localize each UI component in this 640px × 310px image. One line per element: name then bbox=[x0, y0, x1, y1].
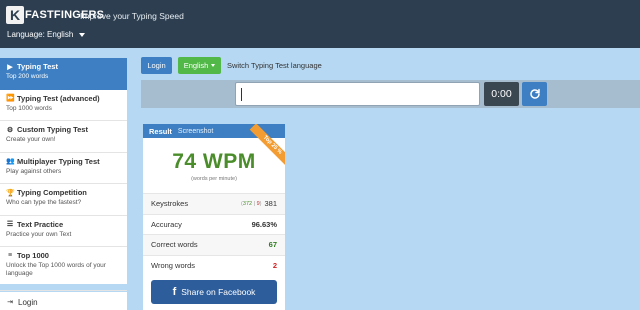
sidebar-item-subtitle: Unlock the Top 1000 words of your langua… bbox=[6, 262, 106, 278]
keystrokes-wrong: 9 bbox=[256, 200, 260, 207]
language-dropdown[interactable]: Language: English bbox=[7, 30, 86, 39]
sidebar-item-multiplayer[interactable]: 👥 Multiplayer Typing Test Play against ot… bbox=[0, 153, 127, 184]
login-button[interactable]: Login bbox=[141, 57, 172, 74]
language-select-button[interactable]: English bbox=[178, 57, 221, 74]
keystrokes-label: Keystrokes bbox=[151, 199, 189, 209]
sidebar-item-subtitle: Create your own! bbox=[6, 136, 56, 143]
list-icon: ≡ bbox=[7, 252, 13, 259]
table-row: Keystrokes (372 | 9) 381 bbox=[143, 193, 285, 214]
typing-input[interactable] bbox=[235, 82, 480, 106]
sidebar-item-title: Typing Test bbox=[17, 62, 58, 71]
sidebar-item-title: Text Practice bbox=[17, 219, 64, 229]
share-facebook-label: Share on Facebook bbox=[181, 287, 256, 297]
reload-button[interactable] bbox=[522, 82, 547, 106]
result-stats-table: Keystrokes (372 | 9) 381 Accuracy 96.63%… bbox=[143, 193, 285, 275]
sidebar-item-top-1000[interactable]: ≡ Top 1000 Unlock the Top 1000 words of y… bbox=[0, 247, 127, 291]
gears-icon: ⚙ bbox=[6, 126, 14, 134]
sidebar-item-title: Top 1000 bbox=[17, 251, 49, 260]
keystrokes-total: 381 bbox=[264, 199, 277, 209]
language-select-label: English bbox=[183, 61, 209, 70]
text-cursor bbox=[241, 88, 242, 101]
accuracy-value: 96.63% bbox=[251, 219, 277, 229]
wrong-words-value: 2 bbox=[272, 260, 277, 270]
table-row: Correct words 67 bbox=[143, 234, 285, 255]
wpm-caption: (words per minute) bbox=[191, 176, 237, 182]
sidebar-item-typing-test[interactable]: ▶ Typing Test Top 200 words bbox=[0, 58, 127, 90]
screenshot-tab[interactable]: Screenshot bbox=[178, 128, 213, 135]
correct-words-value: 67 bbox=[268, 240, 277, 250]
sidebar-item-subtitle: Practice your own Text bbox=[6, 230, 72, 238]
play-icon: ▶ bbox=[7, 63, 13, 71]
sidebar-item-subtitle: Play against others bbox=[6, 167, 62, 175]
sidebar-item-title: Typing Competition bbox=[17, 188, 87, 197]
fast-forward-icon: ⏩ bbox=[6, 95, 15, 102]
sidebar-item-title: Multiplayer Typing Test bbox=[17, 156, 100, 166]
sidebar-login-link[interactable]: ⇥ Login bbox=[0, 292, 127, 310]
sidebar-item-title: Typing Test (advanced) bbox=[17, 93, 100, 103]
sidebar-item-typing-competition[interactable]: 🏆 Typing Competition Who can type the fas… bbox=[0, 184, 127, 216]
facebook-icon: f bbox=[172, 286, 177, 298]
sidebar-item-title: Custom Typing Test bbox=[17, 125, 88, 134]
share-facebook-button[interactable]: f Share on Facebook bbox=[151, 280, 277, 304]
chevron-down-icon bbox=[211, 64, 216, 67]
sidebar-login-label: Login bbox=[18, 297, 38, 307]
keystrokes-value: (372 | 9) 381 bbox=[241, 199, 277, 209]
result-panel: Result Screenshot Top 25 % 74 WPM (words… bbox=[143, 124, 285, 310]
top-header: K FASTFINGERS Improve your Typing Speed … bbox=[0, 0, 640, 48]
text-icon: ☰ bbox=[6, 221, 14, 228]
language-dropdown-label: Language: English bbox=[7, 30, 74, 39]
sidebar-item-subtitle: Top 1000 words bbox=[6, 104, 52, 112]
correct-words-label: Correct words bbox=[151, 240, 198, 250]
site-slogan: Improve your Typing Speed bbox=[80, 11, 184, 21]
sidebar-item-subtitle: Who can type the fastest? bbox=[6, 199, 82, 206]
table-row: Accuracy 96.63% bbox=[143, 213, 285, 235]
users-icon: 👥 bbox=[6, 158, 15, 165]
keystrokes-correct: 372 bbox=[242, 200, 253, 207]
sidebar-item-text-practice[interactable]: ☰ Text Practice Practice your own Text bbox=[0, 216, 127, 247]
sidebar-item-subtitle: Top 200 words bbox=[6, 73, 49, 80]
wrong-words-label: Wrong words bbox=[151, 260, 196, 270]
wpm-value: 74 WPM bbox=[172, 150, 256, 173]
logo-mark: K bbox=[6, 6, 24, 24]
sign-in-icon: ⇥ bbox=[7, 299, 13, 306]
table-row: Wrong words 2 bbox=[143, 254, 285, 276]
timer-display: 0:00 bbox=[484, 82, 519, 106]
sidebar-item-typing-test-advanced[interactable]: ⏩ Typing Test (advanced) Top 1000 words bbox=[0, 90, 127, 121]
trophy-icon: 🏆 bbox=[6, 189, 15, 197]
switch-language-label: Switch Typing Test language bbox=[227, 61, 322, 70]
chevron-down-icon bbox=[79, 32, 86, 37]
refresh-icon bbox=[529, 88, 540, 99]
sidebar-nav: ▶ Typing Test Top 200 words ⏩ Typing Test … bbox=[0, 58, 127, 291]
result-title: Result bbox=[149, 126, 172, 136]
accuracy-label: Accuracy bbox=[151, 219, 182, 229]
sidebar-item-custom-typing-test[interactable]: ⚙ Custom Typing Test Create your own! bbox=[0, 121, 127, 153]
